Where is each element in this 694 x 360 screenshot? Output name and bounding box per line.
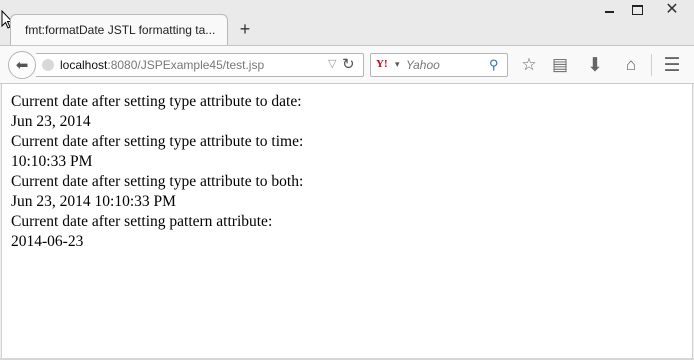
label-type-both: Current date after setting type attribut… <box>11 173 304 190</box>
hamburger-menu-icon[interactable]: ☰ <box>661 54 683 76</box>
bookmark-star-icon[interactable]: ☆ <box>518 54 540 76</box>
value-type-date: Jun 23, 2014 <box>11 113 91 130</box>
new-tab-button[interactable]: + <box>236 20 254 38</box>
tab-title: fmt:formatDate JSTL formatting ta... <box>25 23 216 37</box>
label-type-date: Current date after setting type attribut… <box>11 93 302 110</box>
back-arrow-icon: ⬅ <box>15 57 29 74</box>
bookmarks-list-icon[interactable]: ▤ <box>549 54 571 76</box>
history-dropdown-icon[interactable]: ▽ <box>328 57 336 70</box>
address-bar[interactable]: localhost:8080/JSPExample45/test.jsp ▽ ↻ <box>36 53 364 77</box>
label-type-time: Current date after setting type attribut… <box>11 133 304 150</box>
search-bar[interactable]: Y! ▾ Yahoo ⚲ <box>370 53 508 77</box>
value-type-both: Jun 23, 2014 10:10:33 PM <box>11 193 176 210</box>
value-pattern: 2014-06-23 <box>11 233 84 250</box>
url-path: :8080/JSPExample45/test.jsp <box>107 58 265 72</box>
search-icon[interactable]: ⚲ <box>489 57 499 73</box>
page-content: Current date after setting type attribut… <box>1 84 693 358</box>
back-button[interactable]: ⬅ <box>8 51 36 79</box>
maximize-icon <box>631 5 643 15</box>
title-bar: fmt:formatDate JSTL formatting ta... + ✕ <box>0 0 694 46</box>
yahoo-logo-icon: Y! <box>376 58 388 70</box>
search-engine-dropdown-icon[interactable]: ▾ <box>395 59 400 70</box>
globe-icon <box>42 59 54 71</box>
url-text: localhost:8080/JSPExample45/test.jsp <box>60 58 264 72</box>
url-host: localhost <box>60 58 108 72</box>
minimize-button[interactable] <box>594 0 624 20</box>
minimize-icon <box>604 11 614 13</box>
value-type-time: 10:10:33 PM <box>11 153 93 170</box>
toolbar-divider <box>651 54 652 76</box>
label-pattern: Current date after setting pattern attri… <box>11 213 273 230</box>
navigation-toolbar: ⬅ localhost:8080/JSPExample45/test.jsp ▽… <box>0 45 694 84</box>
browser-tab[interactable]: fmt:formatDate JSTL formatting ta... <box>10 14 228 46</box>
close-icon: ✕ <box>665 1 679 18</box>
maximize-button[interactable] <box>622 0 652 20</box>
search-placeholder: Yahoo <box>406 58 440 72</box>
download-icon[interactable]: ⬇ <box>584 54 606 76</box>
reload-icon[interactable]: ↻ <box>342 55 355 73</box>
close-button[interactable]: ✕ <box>650 0 694 20</box>
home-icon[interactable]: ⌂ <box>620 54 642 76</box>
